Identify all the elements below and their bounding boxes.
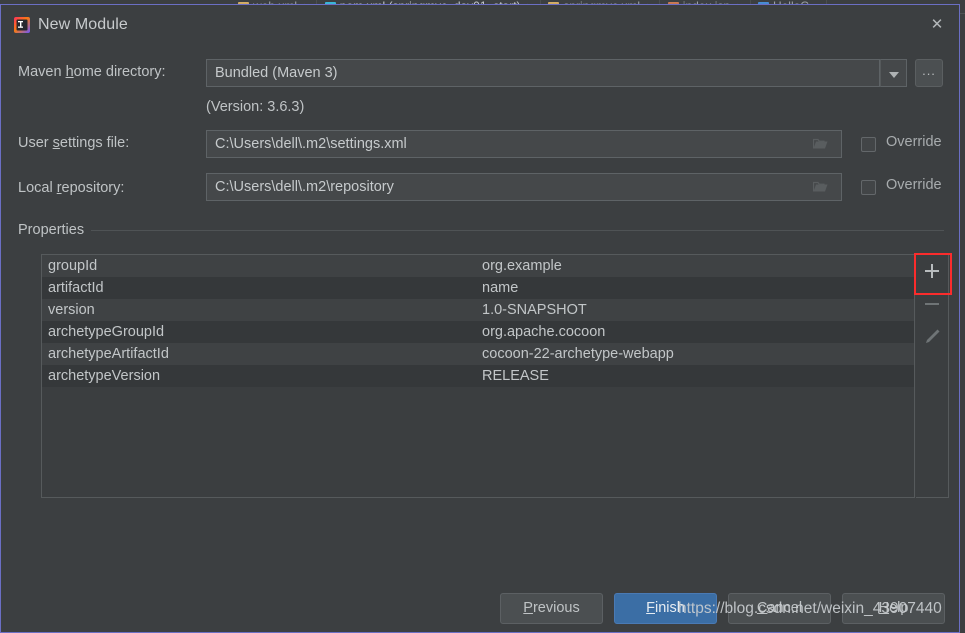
- maven-version-note: (Version: 3.6.3): [206, 99, 305, 115]
- table-row[interactable]: archetypeArtifactId cocoon-22-archetype-w…: [42, 343, 914, 365]
- local-repository-override-label: Override: [886, 177, 942, 193]
- maven-home-label: Maven home directory:: [18, 64, 166, 80]
- local-repository-override-checkbox[interactable]: [861, 180, 876, 195]
- minus-icon: [925, 303, 939, 305]
- chevron-down-icon[interactable]: [880, 59, 907, 87]
- finish-button[interactable]: Finish: [614, 593, 717, 624]
- remove-property-button[interactable]: [916, 288, 948, 320]
- intellij-idea-icon: [14, 17, 30, 33]
- property-key: archetypeArtifactId: [48, 346, 169, 362]
- close-icon[interactable]: ✕: [928, 16, 946, 34]
- add-property-button[interactable]: [916, 255, 948, 287]
- folder-icon[interactable]: [813, 138, 828, 150]
- property-key: version: [48, 302, 95, 318]
- local-repository-label: Local repository:: [18, 180, 125, 196]
- properties-group-divider: [18, 230, 944, 231]
- property-value: cocoon-22-archetype-webapp: [482, 346, 674, 362]
- properties-group-title: Properties: [18, 222, 92, 238]
- property-key: archetypeVersion: [48, 368, 161, 384]
- help-button[interactable]: Help: [842, 593, 945, 624]
- edit-property-button[interactable]: [916, 321, 948, 353]
- user-settings-file-input[interactable]: C:\Users\dell\.m2\settings.xml: [206, 130, 842, 158]
- properties-table[interactable]: groupId org.example artifactId name versio…: [41, 254, 915, 498]
- table-row[interactable]: groupId org.example: [42, 255, 914, 277]
- plus-icon: [925, 264, 939, 278]
- property-key: artifactId: [48, 280, 104, 296]
- table-row[interactable]: archetypeVersion RELEASE: [42, 365, 914, 387]
- new-module-dialog: New Module ✕ Maven home directory: Bundl…: [0, 4, 960, 633]
- property-key: groupId: [48, 258, 98, 274]
- maven-home-combobox[interactable]: Bundled (Maven 3): [206, 59, 880, 87]
- local-repository-input[interactable]: C:\Users\dell\.m2\repository: [206, 173, 842, 201]
- table-row[interactable]: artifactId name: [42, 277, 914, 299]
- property-key: archetypeGroupId: [48, 324, 165, 340]
- user-settings-override-checkbox[interactable]: [861, 137, 876, 152]
- property-value: RELEASE: [482, 368, 549, 384]
- user-settings-file-label: User settings file:: [18, 135, 130, 151]
- folder-icon[interactable]: [813, 181, 828, 193]
- properties-toolbar: [916, 254, 949, 498]
- pencil-icon: [926, 329, 940, 343]
- user-settings-override-label: Override: [886, 134, 942, 150]
- table-row[interactable]: version 1.0-SNAPSHOT: [42, 299, 914, 321]
- previous-button[interactable]: Previous: [500, 593, 603, 624]
- property-value: 1.0-SNAPSHOT: [482, 302, 587, 318]
- cancel-button[interactable]: Cancel: [728, 593, 831, 624]
- dialog-title-bar: New Module ✕: [1, 5, 959, 45]
- dialog-title: New Module: [38, 16, 128, 33]
- property-value: org.apache.cocoon: [482, 324, 606, 340]
- property-value: name: [482, 280, 519, 296]
- table-row[interactable]: archetypeGroupId org.apache.cocoon: [42, 321, 914, 343]
- property-value: org.example: [482, 258, 562, 274]
- maven-home-browse-button[interactable]: ...: [915, 59, 943, 87]
